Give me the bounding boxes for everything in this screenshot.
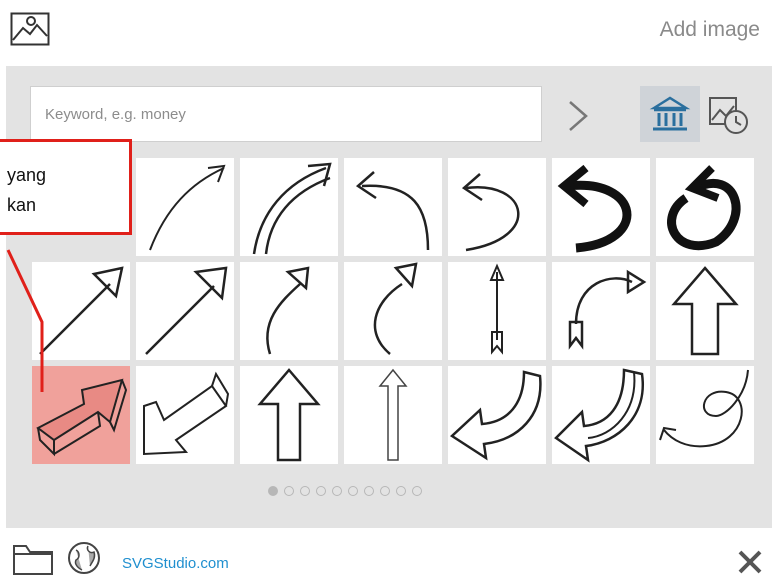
library-button[interactable] [640,86,700,142]
grid-item[interactable] [240,366,338,464]
diagonal-arrow-2-icon [145,266,228,355]
page-dot[interactable] [300,486,310,496]
grid-item[interactable] [552,366,650,464]
3d-arrow-right-icon [36,378,128,457]
grid-item[interactable] [552,158,650,256]
grid-item[interactable] [656,262,754,360]
u-turn-arrow-icon [461,173,520,252]
grid-item[interactable] [240,158,338,256]
curved-back-arrow-3d-icon [554,368,645,463]
page-dot[interactable] [380,486,390,496]
bold-loop-arrow-icon [667,165,741,251]
thin-curved-arrow-icon [149,164,226,251]
page-dot[interactable] [348,486,358,496]
history-icon[interactable] [704,90,752,138]
library-icon [649,96,691,131]
bold-u-turn-arrow-icon [557,164,632,253]
double-curved-arrow-icon [252,162,332,255]
grid-item-selected[interactable] [32,366,130,464]
page-dot[interactable] [284,486,294,496]
grid-item[interactable] [136,158,234,256]
close-icon[interactable] [736,548,764,576]
search-box[interactable] [30,86,542,142]
grid-item[interactable] [136,262,234,360]
site-link[interactable]: SVGStudio.com [122,555,229,572]
page-title: Add image [659,18,760,41]
grid-item[interactable] [344,158,442,256]
grid-item[interactable] [344,366,442,464]
feathered-arrow-icon [489,263,505,355]
curved-up-arrow-2-icon [373,262,418,355]
page-dot[interactable] [316,486,326,496]
annotation-text: yang kan [7,165,47,215]
outline-up-arrow-icon [671,266,739,356]
globe-icon[interactable] [66,540,102,576]
3d-arrow-left-icon [143,371,230,456]
image-icon[interactable] [10,12,50,46]
footer-bar: SVGStudio.com [0,530,772,581]
grid-item[interactable] [448,262,546,360]
page-dot[interactable] [396,486,406,496]
grid-item[interactable] [240,262,338,360]
curved-up-arrow-icon [266,266,310,355]
chevron-right-icon[interactable] [562,94,592,138]
grid-item[interactable] [656,158,754,256]
curved-return-arrow-icon [355,171,430,251]
search-input[interactable] [43,87,527,141]
page-dot[interactable] [364,486,374,496]
curved-back-arrow-icon [449,370,542,461]
image-browser-panel [6,66,772,528]
thin-outline-up-arrow-icon [378,368,408,461]
folder-icon[interactable] [12,540,54,576]
grid-item[interactable] [32,262,130,360]
diagonal-arrow-icon [39,266,124,355]
outline-up-arrow-2-icon [257,368,321,462]
grid-item[interactable] [448,158,546,256]
grid-item[interactable] [552,262,650,360]
pagination [268,486,422,500]
curved-feathered-arrow-icon [568,269,647,350]
loop-back-arrow-icon [659,369,749,448]
annotation-callout: yang kan [0,139,132,235]
grid-item[interactable] [344,262,442,360]
page-dot[interactable] [268,486,278,496]
top-bar: Add image [0,0,772,64]
grid-item[interactable] [656,366,754,464]
grid-item[interactable] [448,366,546,464]
page-dot[interactable] [332,486,342,496]
grid-item[interactable] [136,366,234,464]
page-dot[interactable] [412,486,422,496]
